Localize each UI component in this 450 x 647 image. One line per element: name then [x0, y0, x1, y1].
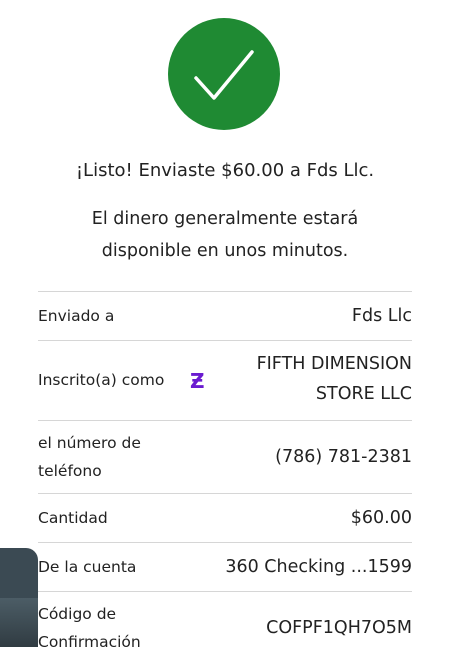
confirmation-headline: ¡Listo! Enviaste $60.00 a Fds Llc.	[75, 160, 375, 181]
sent-to-label: Enviado a	[38, 307, 115, 325]
success-badge	[168, 18, 280, 130]
enrolled-as-value-line-1: FIFTH DIMENSION	[256, 354, 412, 374]
sent-to-value: Fds Llc	[351, 306, 412, 326]
transfer-details-table: Enviado a Fds Llc Inscrito(a) como Ƶ FIF…	[38, 291, 412, 647]
from-account-label: De la cuenta	[38, 558, 137, 576]
zelle-logo-icon: Ƶ	[190, 369, 205, 393]
enrolled-as-value: FIFTH DIMENSION STORE LLC	[257, 349, 412, 409]
phone-label-line-1: el número de	[38, 434, 141, 452]
subline-line-1: El dinero generalmente estará	[91, 209, 359, 229]
confirmation-code-label-line-1: Código de	[38, 605, 117, 623]
amount-value: $60.00	[350, 508, 412, 528]
checkmark-icon	[194, 50, 254, 100]
enrolled-as-label: Inscrito(a) como	[38, 371, 165, 389]
detail-row-from-account: De la cuenta 360 Checking ...1599	[38, 543, 412, 592]
amount-label: Cantidad	[38, 509, 108, 527]
transfer-confirmation-screen: ¡Listo! Enviaste $60.00 a Fds Llc. El di…	[0, 0, 450, 647]
phone-value: (786) 781-2381	[275, 447, 412, 467]
detail-row-confirmation-code: Código de Confirmación COFPF1QH7O5M	[38, 592, 412, 647]
confirmation-code-label: Código de Confirmación	[38, 600, 141, 647]
phone-label: el número de teléfono	[38, 429, 141, 485]
confirmation-code-value: COFPF1QH7O5M	[266, 618, 412, 638]
from-account-value: 360 Checking ...1599	[225, 557, 412, 577]
detail-row-amount: Cantidad $60.00	[38, 494, 412, 543]
floating-side-tab[interactable]	[0, 548, 38, 647]
confirmation-subline: El dinero generalmente estará disponible…	[60, 203, 390, 267]
detail-row-enrolled-as: Inscrito(a) como Ƶ FIFTH DIMENSION STORE…	[38, 341, 412, 421]
enrolled-as-value-line-2: STORE LLC	[315, 384, 412, 404]
subline-line-2: disponible en unos minutos.	[101, 241, 349, 261]
phone-label-line-2: teléfono	[38, 462, 102, 480]
detail-row-phone: el número de teléfono (786) 781-2381	[38, 421, 412, 494]
confirmation-code-label-line-2: Confirmación	[38, 633, 141, 647]
side-tab-shade	[0, 598, 38, 647]
detail-row-sent-to: Enviado a Fds Llc	[38, 292, 412, 341]
